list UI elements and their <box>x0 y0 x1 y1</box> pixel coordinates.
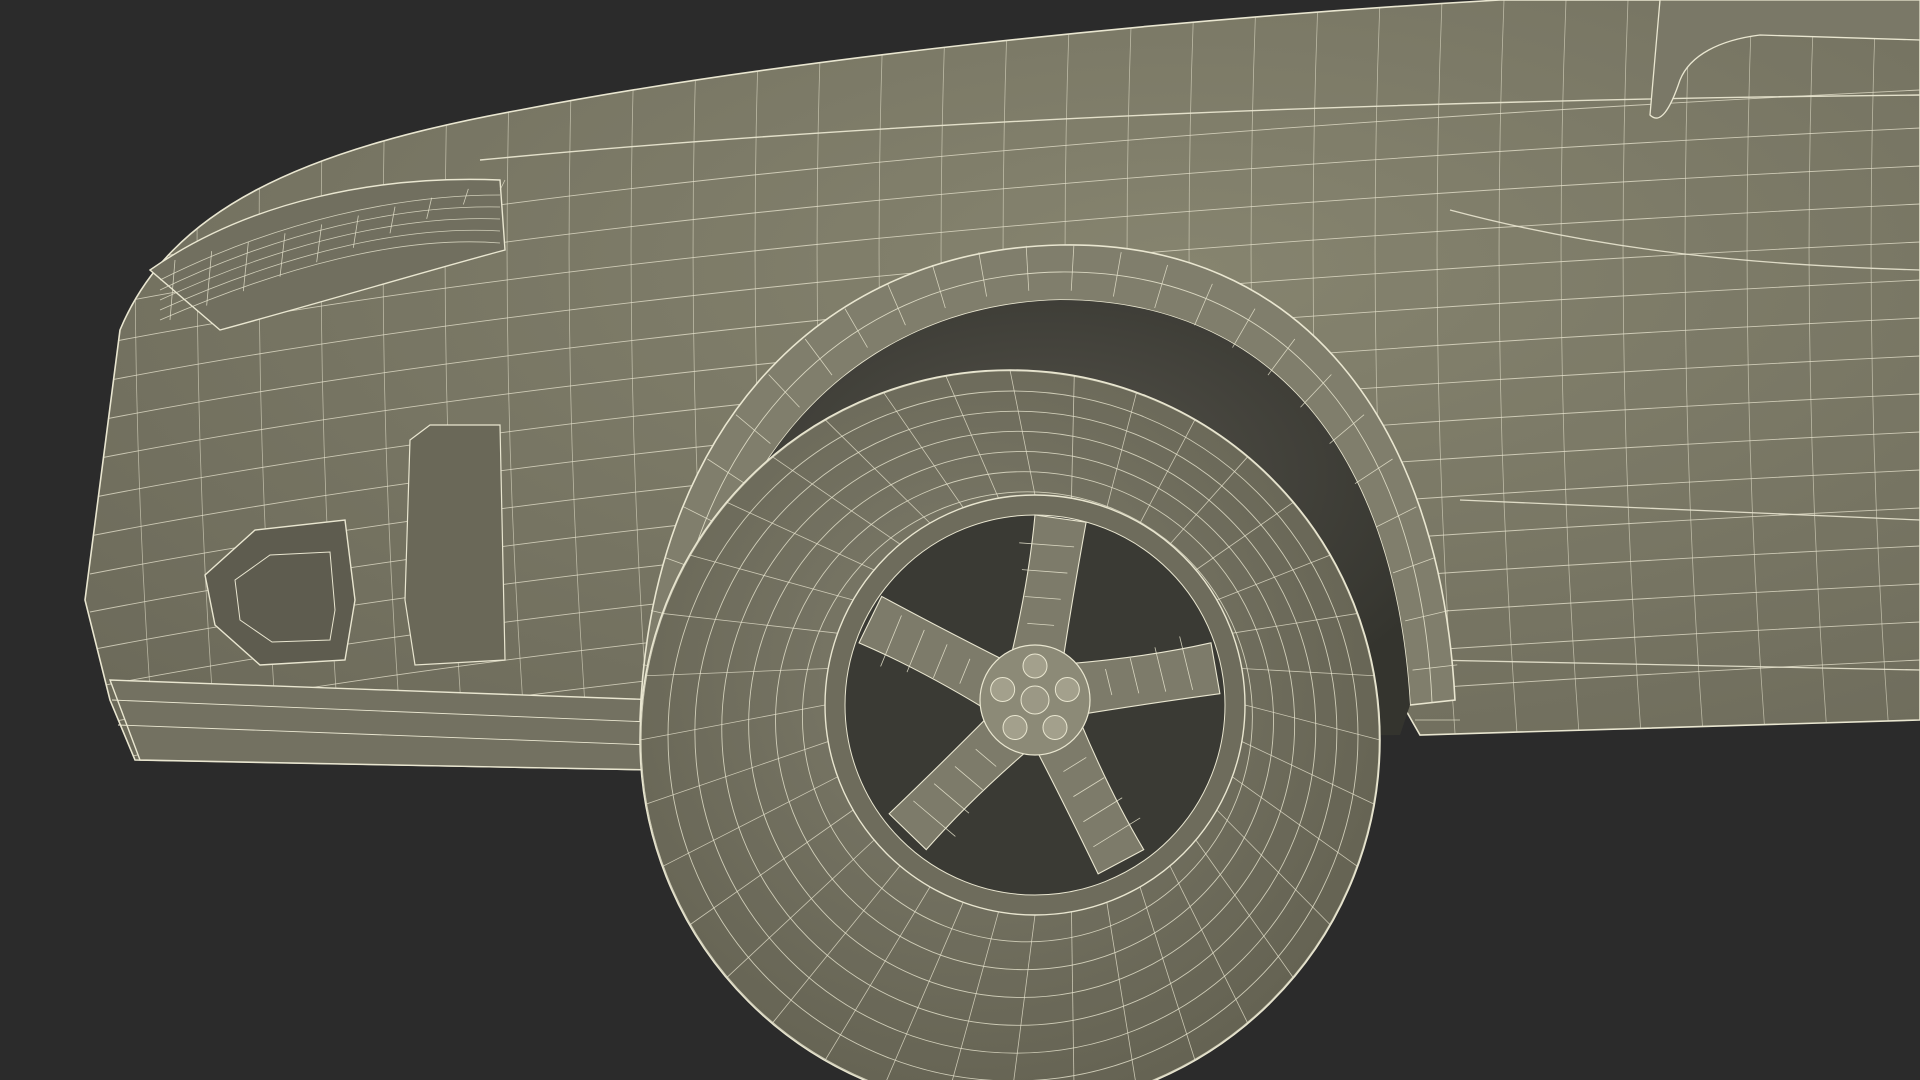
lug-nut <box>1054 676 1080 702</box>
wireframe-render <box>84 0 1920 1080</box>
lug-nut <box>990 676 1016 702</box>
hub <box>979 644 1091 756</box>
render-viewport <box>0 0 1920 1080</box>
lug-nut <box>1042 715 1068 741</box>
lug-nut <box>1002 715 1028 741</box>
front-wheel <box>639 369 1381 1080</box>
lug-nut <box>1022 653 1048 679</box>
